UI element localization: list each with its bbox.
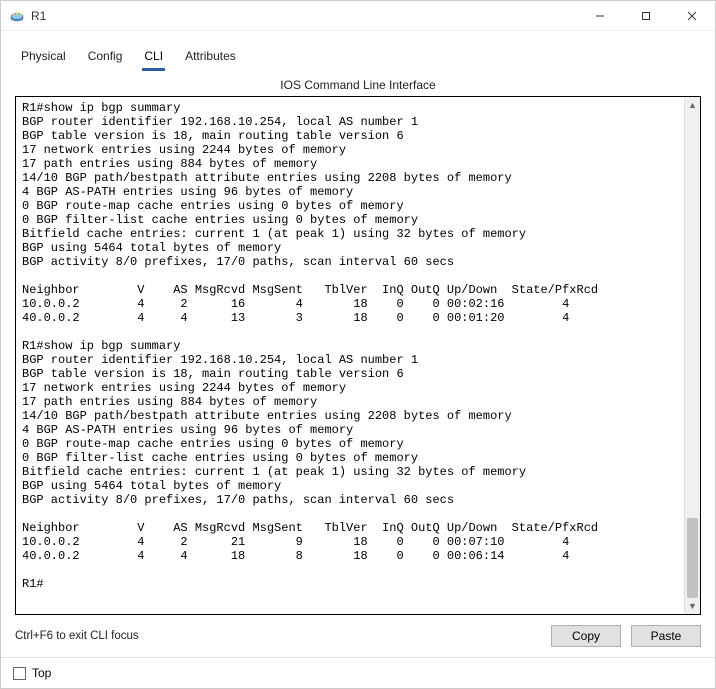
maximize-button[interactable]: [623, 1, 669, 30]
tab-config[interactable]: Config: [86, 45, 125, 71]
scroll-up-button[interactable]: ▲: [685, 97, 700, 113]
tab-attributes[interactable]: Attributes: [183, 45, 238, 71]
window-title: R1: [31, 9, 577, 23]
router-icon: [9, 8, 25, 24]
titlebar[interactable]: R1: [1, 1, 715, 31]
cli-hint: Ctrl+F6 to exit CLI focus: [15, 630, 139, 642]
app-window: R1 Physical Config CLI Attributes IOS Co…: [0, 0, 716, 689]
top-label: Top: [32, 666, 51, 680]
terminal-container: R1#show ip bgp summary BGP router identi…: [15, 96, 701, 615]
window-footer: Top: [1, 657, 715, 688]
close-button[interactable]: [669, 1, 715, 30]
tab-bar: Physical Config CLI Attributes: [15, 39, 701, 72]
scroll-track[interactable]: [685, 113, 700, 598]
scroll-thumb[interactable]: [687, 518, 698, 598]
tab-cli[interactable]: CLI: [142, 45, 165, 71]
cli-heading: IOS Command Line Interface: [15, 78, 701, 92]
minimize-button[interactable]: [577, 1, 623, 30]
copy-button[interactable]: Copy: [551, 625, 621, 647]
cli-terminal[interactable]: R1#show ip bgp summary BGP router identi…: [15, 96, 701, 615]
tab-physical[interactable]: Physical: [19, 45, 68, 71]
top-checkbox[interactable]: [13, 667, 26, 680]
window-buttons: [577, 1, 715, 30]
cli-footer-row: Ctrl+F6 to exit CLI focus Copy Paste: [15, 625, 701, 647]
content-area: Physical Config CLI Attributes IOS Comma…: [1, 31, 715, 657]
cli-buttons: Copy Paste: [551, 625, 701, 647]
paste-button[interactable]: Paste: [631, 625, 701, 647]
scroll-down-button[interactable]: ▼: [685, 598, 700, 614]
terminal-scrollbar[interactable]: ▲ ▼: [684, 97, 700, 614]
